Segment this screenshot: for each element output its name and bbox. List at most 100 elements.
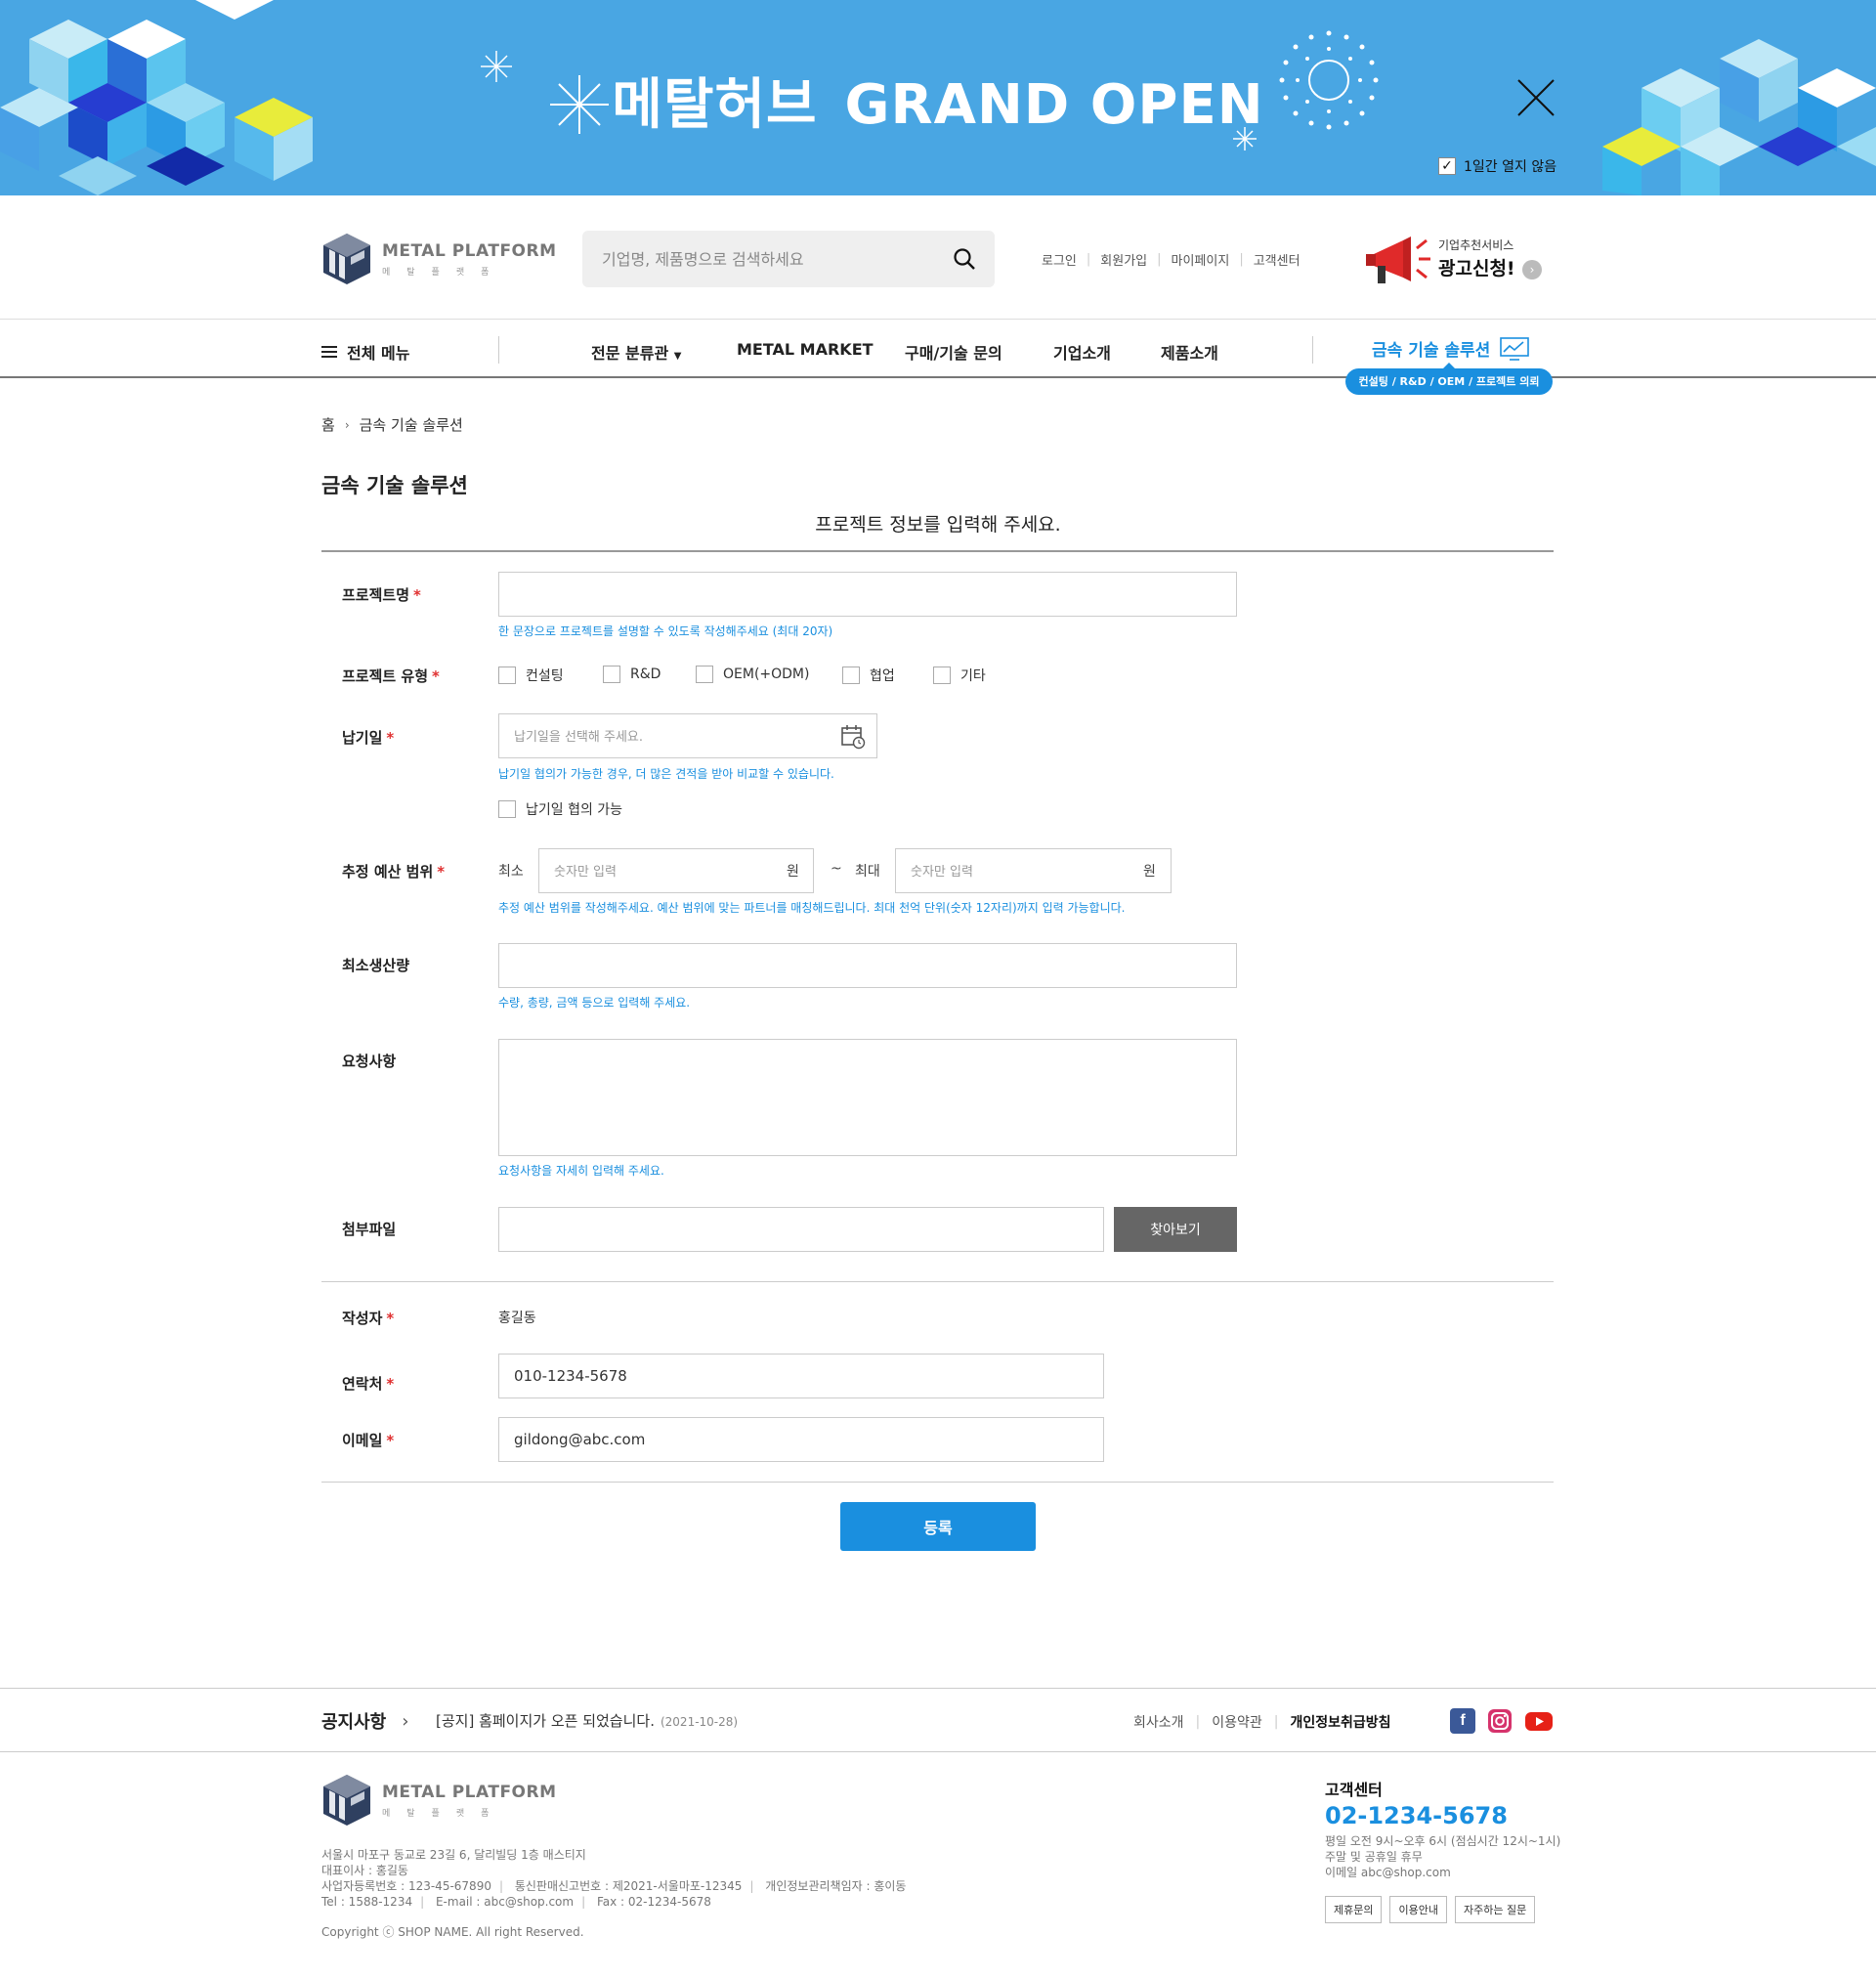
calendar-icon[interactable] — [840, 724, 866, 750]
section-divider — [321, 1482, 1554, 1483]
nav-item-metal-solution[interactable]: 금속 기술 솔루션 — [1372, 336, 1530, 361]
nav-item-category[interactable]: 전문 분류관 ▼ — [591, 340, 681, 364]
search-input[interactable] — [602, 244, 934, 274]
request-hint: 요청사항을 자세히 입력해 주세요. — [498, 1164, 664, 1178]
customer-center: 고객센터 02-1234-5678 평일 오전 9시~오후 6시 (점심시간 1… — [1325, 1777, 1560, 1880]
notice-date: (2021-10-28) — [660, 1715, 739, 1729]
dont-show-today-checkbox[interactable]: ✓ 1일간 열지 않음 — [1438, 156, 1556, 176]
project-type-consulting-checkbox[interactable]: 컨설팅 — [498, 666, 564, 685]
divider: | — [498, 1879, 504, 1893]
divider: | — [1273, 1714, 1279, 1730]
company-tel: Tel : 1588-1234 — [321, 1895, 413, 1909]
usage-guide-button[interactable]: 이용안내 — [1389, 1896, 1447, 1923]
all-menu-label: 전체 메뉴 — [347, 344, 410, 363]
logo-text-ko: 메탈플랫폼 — [382, 1808, 506, 1819]
mail-order-number: 통신판매신고번호 : 제2021-서울마포-12345 — [514, 1879, 743, 1893]
terms-link[interactable]: 이용약관 — [1212, 1712, 1262, 1732]
breadcrumb-home[interactable]: 홈 — [321, 414, 335, 435]
due-date-negotiable-checkbox[interactable]: 납기일 협의 가능 — [498, 799, 622, 819]
signup-link[interactable]: 회원가입 — [1100, 250, 1147, 269]
budget-max-input[interactable] — [895, 848, 1172, 893]
logo-text-en: METAL PLATFORM — [382, 1782, 557, 1802]
notice-bar — [0, 1688, 1876, 1752]
copyright: Copyright ⓒ SHOP NAME. All right Reserve… — [321, 1925, 584, 1939]
budget-hint: 추정 예산 범위를 작성해주세요. 예산 범위에 맞는 파트너를 매칭해드립니다… — [498, 901, 1126, 915]
cs-title: 고객센터 — [1325, 1781, 1383, 1799]
project-type-label: 프로젝트 유형 * — [342, 667, 440, 685]
divider: | — [1239, 252, 1244, 267]
instagram-icon[interactable] — [1487, 1708, 1513, 1734]
mypage-link[interactable]: 마이페이지 — [1172, 250, 1230, 269]
email-input[interactable] — [498, 1417, 1104, 1462]
contact-input[interactable] — [498, 1354, 1104, 1398]
company-fax: Fax : 02-1234-5678 — [596, 1895, 711, 1909]
project-type-rnd-checkbox[interactable]: R&D — [603, 666, 661, 683]
divider: | — [1086, 252, 1091, 267]
ad-apply-button[interactable]: 기업추천서비스 광고신청! › — [1364, 227, 1559, 291]
social-links: f — [1450, 1708, 1554, 1734]
youtube-icon[interactable] — [1524, 1708, 1554, 1734]
login-link[interactable]: 로그인 — [1042, 250, 1077, 269]
ad-title: 광고신청! — [1438, 258, 1515, 280]
partnership-inquiry-button[interactable]: 제휴문의 — [1325, 1896, 1383, 1923]
search-bar — [582, 231, 995, 287]
project-name-label: 프로젝트명 * — [342, 586, 421, 604]
nav-item-product[interactable]: 제품소개 — [1161, 340, 1218, 364]
project-type-collab-checkbox[interactable]: 협업 — [842, 666, 895, 685]
breadcrumb-current: 금속 기술 솔루션 — [359, 416, 463, 434]
banner-title: 메탈허브 GRAND OPEN — [0, 61, 1876, 140]
project-name-input[interactable] — [498, 572, 1237, 617]
notice-title[interactable]: 공지사항 › — [321, 1708, 408, 1734]
min-production-hint: 수량, 총량, 금액 등으로 입력해 주세요. — [498, 996, 691, 1010]
faq-button[interactable]: 자주하는 질문 — [1454, 1896, 1536, 1923]
due-date-label: 납기일 * — [342, 729, 395, 747]
facebook-icon[interactable]: f — [1450, 1708, 1475, 1734]
project-name-hint: 한 문장으로 프로젝트를 설명할 수 있도록 작성해주세요 (최대 20자) — [498, 624, 833, 638]
budget-label: 추정 예산 범위 * — [342, 863, 446, 881]
cs-holiday: 주말 및 공휴일 휴무 — [1325, 1850, 1423, 1864]
submit-button[interactable]: 등록 — [840, 1502, 1036, 1551]
site-logo[interactable]: METAL PLATFORM 메탈플랫폼 — [321, 232, 557, 286]
contact-label: 연락처 * — [342, 1375, 395, 1393]
nav-divider — [1312, 336, 1313, 364]
project-type-oem-checkbox[interactable]: OEM(+ODM) — [696, 666, 809, 683]
privacy-officer: 개인정보관리책임자 : 홍이동 — [765, 1879, 907, 1893]
min-production-input[interactable] — [498, 943, 1237, 988]
email-label: 이메일 * — [342, 1432, 395, 1449]
logo-mark-icon — [323, 1775, 370, 1826]
project-type-etc-checkbox[interactable]: 기타 — [933, 666, 986, 685]
notice-item[interactable]: [공지] 홈페이지가 오픈 되었습니다. (2021-10-28) — [436, 1710, 738, 1731]
budget-min-unit: 원 — [787, 864, 799, 880]
divider: | — [420, 1895, 425, 1909]
budget-range-tilde: ~ — [831, 861, 842, 877]
company-intro-link[interactable]: 회사소개 — [1133, 1712, 1184, 1732]
attachment-filename-input[interactable] — [498, 1207, 1104, 1252]
nav-item-inquiry[interactable]: 구매/기술 문의 — [905, 340, 1002, 364]
nav-item-metal-market[interactable]: METAL MARKET — [737, 340, 874, 359]
divider: | — [1195, 1714, 1201, 1730]
nav-item-company[interactable]: 기업소개 — [1053, 340, 1111, 364]
customer-center-link[interactable]: 고객센터 — [1254, 250, 1300, 269]
cs-buttons: 제휴문의 이용안내 자주하는 질문 — [1325, 1896, 1536, 1923]
checkmark-icon: ✓ — [1438, 157, 1456, 175]
budget-min-input[interactable] — [538, 848, 814, 893]
page-title: 금속 기술 솔루션 — [321, 474, 468, 497]
company-ceo: 대표이사 : 홍길동 — [321, 1864, 408, 1877]
request-textarea[interactable] — [498, 1039, 1237, 1156]
all-menu-button[interactable]: 전체 메뉴 — [321, 340, 409, 364]
chevron-right-icon: › — [1522, 260, 1542, 280]
privacy-policy-link[interactable]: 개인정보취급방침 — [1291, 1712, 1391, 1732]
nav-solution-label: 금속 기술 솔루션 — [1372, 341, 1491, 361]
divider: | — [581, 1895, 586, 1909]
divider: | — [749, 1879, 754, 1893]
nav-divider — [498, 336, 499, 364]
close-icon[interactable] — [1514, 76, 1557, 119]
utility-links: 로그인 | 회원가입 | 마이페이지 | 고객센터 — [1042, 250, 1300, 269]
ad-subtitle: 기업추천서비스 — [1438, 238, 1514, 252]
budget-max-unit: 원 — [1143, 864, 1156, 880]
search-icon[interactable] — [952, 246, 977, 272]
browse-file-button[interactable]: 찾아보기 — [1114, 1207, 1237, 1252]
attachment-label: 첨부파일 — [342, 1221, 397, 1238]
due-date-input[interactable] — [498, 713, 877, 758]
business-number: 사업자등록번호 : 123-45-67890 — [321, 1879, 491, 1893]
